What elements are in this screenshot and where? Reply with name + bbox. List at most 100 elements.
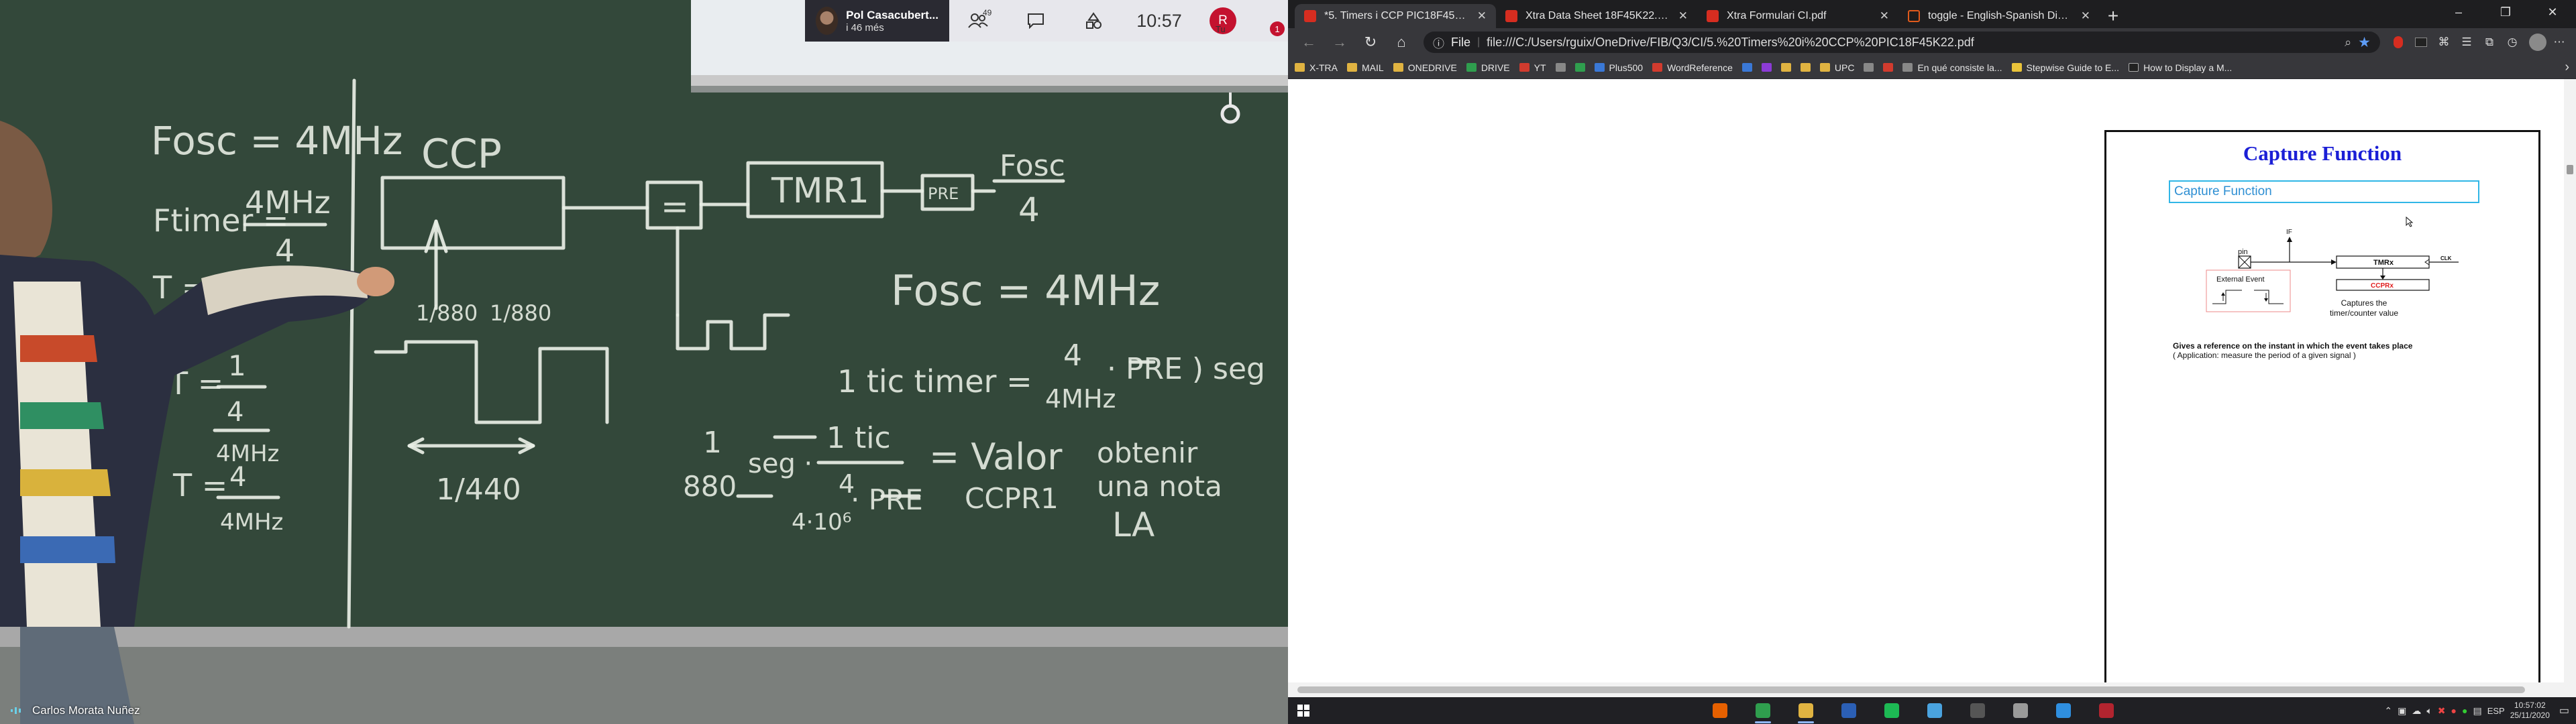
speaker-name: Carlos Morata Nuñez bbox=[32, 704, 140, 717]
input-language[interactable]: ESP bbox=[2487, 706, 2505, 716]
profile-avatar[interactable] bbox=[2529, 34, 2546, 51]
folder-icon bbox=[1800, 63, 1811, 72]
pdf-icon bbox=[1505, 10, 1517, 22]
browser-tab[interactable]: Xtra Formulari CI.pdf ✕ bbox=[1697, 4, 1898, 28]
bookmark-item[interactable]: MAIL bbox=[1347, 62, 1384, 73]
back-button[interactable]: ← bbox=[1295, 30, 1323, 54]
bookmark-item[interactable]: Stepwise Guide to E... bbox=[2011, 62, 2119, 73]
extension-dark-icon[interactable] bbox=[2411, 32, 2431, 52]
bookmark-item[interactable]: X-TRA bbox=[1295, 62, 1338, 73]
tray-red-icon[interactable]: ● bbox=[2451, 705, 2457, 716]
bookmark-item[interactable] bbox=[1741, 63, 1752, 72]
bookmark-item[interactable]: DRIVE bbox=[1466, 62, 1510, 73]
antivirus-icon[interactable]: ✖ bbox=[2438, 705, 2446, 717]
browser-tab[interactable]: *5. Timers i CCP PIC18F45K22.pdf ✕ bbox=[1295, 4, 1496, 28]
taskbar-app-sticky[interactable] bbox=[1956, 697, 1999, 724]
bookmark-item[interactable]: ONEDRIVE bbox=[1393, 62, 1457, 73]
bookmark-star-icon[interactable]: ★ bbox=[2358, 34, 2371, 51]
url-text[interactable]: file:///C:/Users/rguix/OneDrive/FIB/Q3/C… bbox=[1487, 36, 2338, 50]
reload-button[interactable]: ↻ bbox=[1356, 30, 1385, 54]
info-icon[interactable]: ⓘ bbox=[1433, 34, 1444, 51]
shapes-icon bbox=[1086, 12, 1102, 29]
address-bar[interactable]: ⓘ File | file:///C:/Users/rguix/OneDrive… bbox=[1424, 32, 2380, 53]
bookmark-item[interactable] bbox=[1800, 63, 1811, 72]
close-window-button[interactable]: ✕ bbox=[2529, 0, 2576, 24]
bookmark-item[interactable]: En qué consiste la... bbox=[1902, 62, 2002, 73]
taskbar-app-word[interactable] bbox=[1827, 697, 1870, 724]
taskbar-app-explorer[interactable] bbox=[1784, 697, 1827, 724]
board-bot-pre: · PRE bbox=[851, 483, 923, 516]
reading-list-icon[interactable]: ☰ bbox=[2457, 32, 2477, 52]
bookmark-item[interactable] bbox=[1574, 63, 1585, 72]
taskbar-app-ide[interactable] bbox=[2085, 697, 2128, 724]
board-la: LA bbox=[1112, 505, 1155, 544]
board-t-eq2-mid: 4 bbox=[227, 397, 244, 428]
video-call-panel: Fosc = 4MHz Ftimer = 4MHz 4 T = 1 T = 1 … bbox=[0, 0, 1288, 724]
chat-button[interactable] bbox=[1007, 0, 1065, 42]
c-icon bbox=[1883, 63, 1894, 72]
volume-icon[interactable]: 🔈︎ bbox=[2426, 705, 2432, 717]
maximize-button[interactable]: ❐ bbox=[2482, 0, 2529, 24]
tab-close-icon[interactable]: ✕ bbox=[2081, 9, 2090, 23]
tray-clock[interactable]: 10:57:02 25/11/2020 bbox=[2510, 701, 2550, 721]
participants-button[interactable]: 49 bbox=[949, 0, 1007, 42]
taskbar-app-firefox[interactable] bbox=[1699, 697, 1741, 724]
bookmark-label: DRIVE bbox=[1481, 62, 1510, 73]
user-label: Tu bbox=[1216, 24, 1226, 34]
horizontal-scroll-thumb[interactable] bbox=[1297, 686, 2525, 693]
taskbar-app-spotify[interactable] bbox=[1870, 697, 1913, 724]
activities-button[interactable] bbox=[1065, 0, 1122, 42]
network-icon[interactable]: ▤ bbox=[2473, 705, 2481, 717]
windows-taskbar: ⌃ ▣ ☁ 🔈︎ ✖ ● ● ▤ ESP 10:57:02 25/11/2020… bbox=[1288, 697, 2576, 724]
minimize-button[interactable]: – bbox=[2435, 0, 2482, 24]
tab-close-icon[interactable]: ✕ bbox=[1477, 9, 1487, 23]
taskbar-app-remote[interactable] bbox=[1913, 697, 1956, 724]
bookmark-item[interactable]: YT bbox=[1519, 62, 1546, 73]
history-icon[interactable]: ◷ bbox=[2502, 32, 2522, 52]
scheme-label: File bbox=[1451, 35, 1471, 49]
bookmark-item[interactable] bbox=[1864, 63, 1874, 72]
extension-puzzle-icon[interactable]: ⌘ bbox=[2434, 32, 2454, 52]
taskbar-app-chrome[interactable] bbox=[1741, 697, 1784, 724]
diagram-ccpr-label: CCPRx bbox=[2371, 282, 2394, 290]
vertical-scrollbar[interactable] bbox=[2564, 79, 2576, 682]
bookmark-item[interactable] bbox=[1780, 63, 1791, 72]
zoom-icon[interactable]: ⌕ bbox=[2345, 36, 2351, 50]
menu-icon[interactable]: ⋯ bbox=[2549, 32, 2569, 52]
browser-tab[interactable]: toggle - English-Spanish Diction ✕ bbox=[1898, 4, 2100, 28]
horizontal-scrollbar[interactable] bbox=[1288, 682, 2576, 697]
board-t-eq3-den: 4MHz bbox=[220, 509, 283, 536]
bookmark-item[interactable] bbox=[1761, 63, 1772, 72]
onedrive-icon[interactable]: ☁ bbox=[2412, 705, 2421, 717]
board-ccpr: CCPR1 bbox=[965, 482, 1059, 515]
presenter-chip[interactable]: Pol Casacubert... i 46 més bbox=[805, 0, 949, 42]
board-bot-seg: seg · bbox=[748, 448, 812, 479]
bookmark-item[interactable]: How to Display a M... bbox=[2129, 62, 2232, 73]
collections-icon[interactable]: ⧉ bbox=[2479, 32, 2500, 52]
browser-tab[interactable]: Xtra Data Sheet 18F45K22.pdf ✕ bbox=[1496, 4, 1697, 28]
diagram-if-label: IF bbox=[2286, 229, 2292, 236]
bookmark-item[interactable] bbox=[1555, 63, 1566, 72]
tray-overflow-icon[interactable]: ⌃ bbox=[2384, 705, 2392, 717]
action-center-icon[interactable]: ▭ bbox=[2559, 704, 2569, 717]
start-button[interactable] bbox=[1288, 697, 1319, 724]
extension-red-icon[interactable] bbox=[2388, 32, 2408, 52]
window-controls: – ❐ ✕ bbox=[2435, 0, 2576, 24]
bookmark-label: En qué consiste la... bbox=[1917, 62, 2002, 73]
vertical-scroll-thumb[interactable] bbox=[2567, 165, 2573, 174]
bookmark-item[interactable]: WordReference bbox=[1652, 62, 1733, 73]
tray-app-icon[interactable]: ▣ bbox=[2398, 705, 2406, 717]
taskbar-app-vscode[interactable] bbox=[2042, 697, 2085, 724]
bookmark-item[interactable]: Plus500 bbox=[1594, 62, 1643, 73]
taskbar-app-settings[interactable] bbox=[1999, 697, 2042, 724]
bookmarks-overflow-icon[interactable]: › bbox=[2565, 60, 2569, 75]
tray-green-icon[interactable]: ● bbox=[2462, 705, 2467, 716]
tab-close-icon[interactable]: ✕ bbox=[1880, 9, 1889, 23]
call-header: Pol Casacubert... i 46 més 49 10:57 R bbox=[805, 0, 1288, 42]
bookmark-item[interactable] bbox=[1883, 63, 1894, 72]
home-button[interactable]: ⌂ bbox=[1387, 30, 1415, 54]
bookmark-item[interactable]: UPC bbox=[1819, 62, 1854, 73]
tab-close-icon[interactable]: ✕ bbox=[1678, 9, 1688, 23]
forward-button[interactable]: → bbox=[1326, 30, 1354, 54]
new-tab-button[interactable]: + bbox=[2100, 4, 2127, 28]
